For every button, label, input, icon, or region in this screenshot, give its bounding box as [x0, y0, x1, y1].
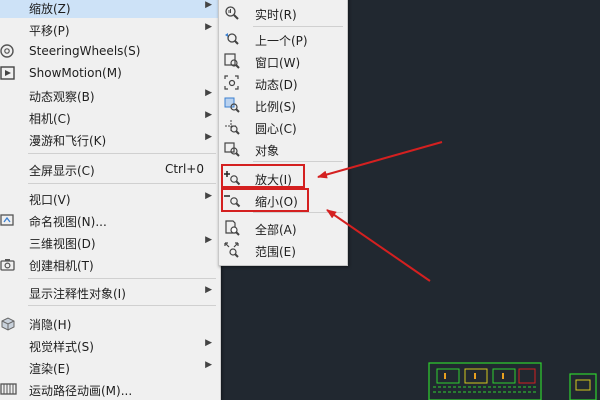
cad-drawing-fragment-right — [569, 373, 597, 400]
cad-drawing-fragment — [428, 362, 542, 400]
arrow-to-zoom-in — [317, 141, 443, 179]
annotation-arrows — [317, 141, 443, 282]
arrow-to-zoom-out — [326, 209, 431, 282]
